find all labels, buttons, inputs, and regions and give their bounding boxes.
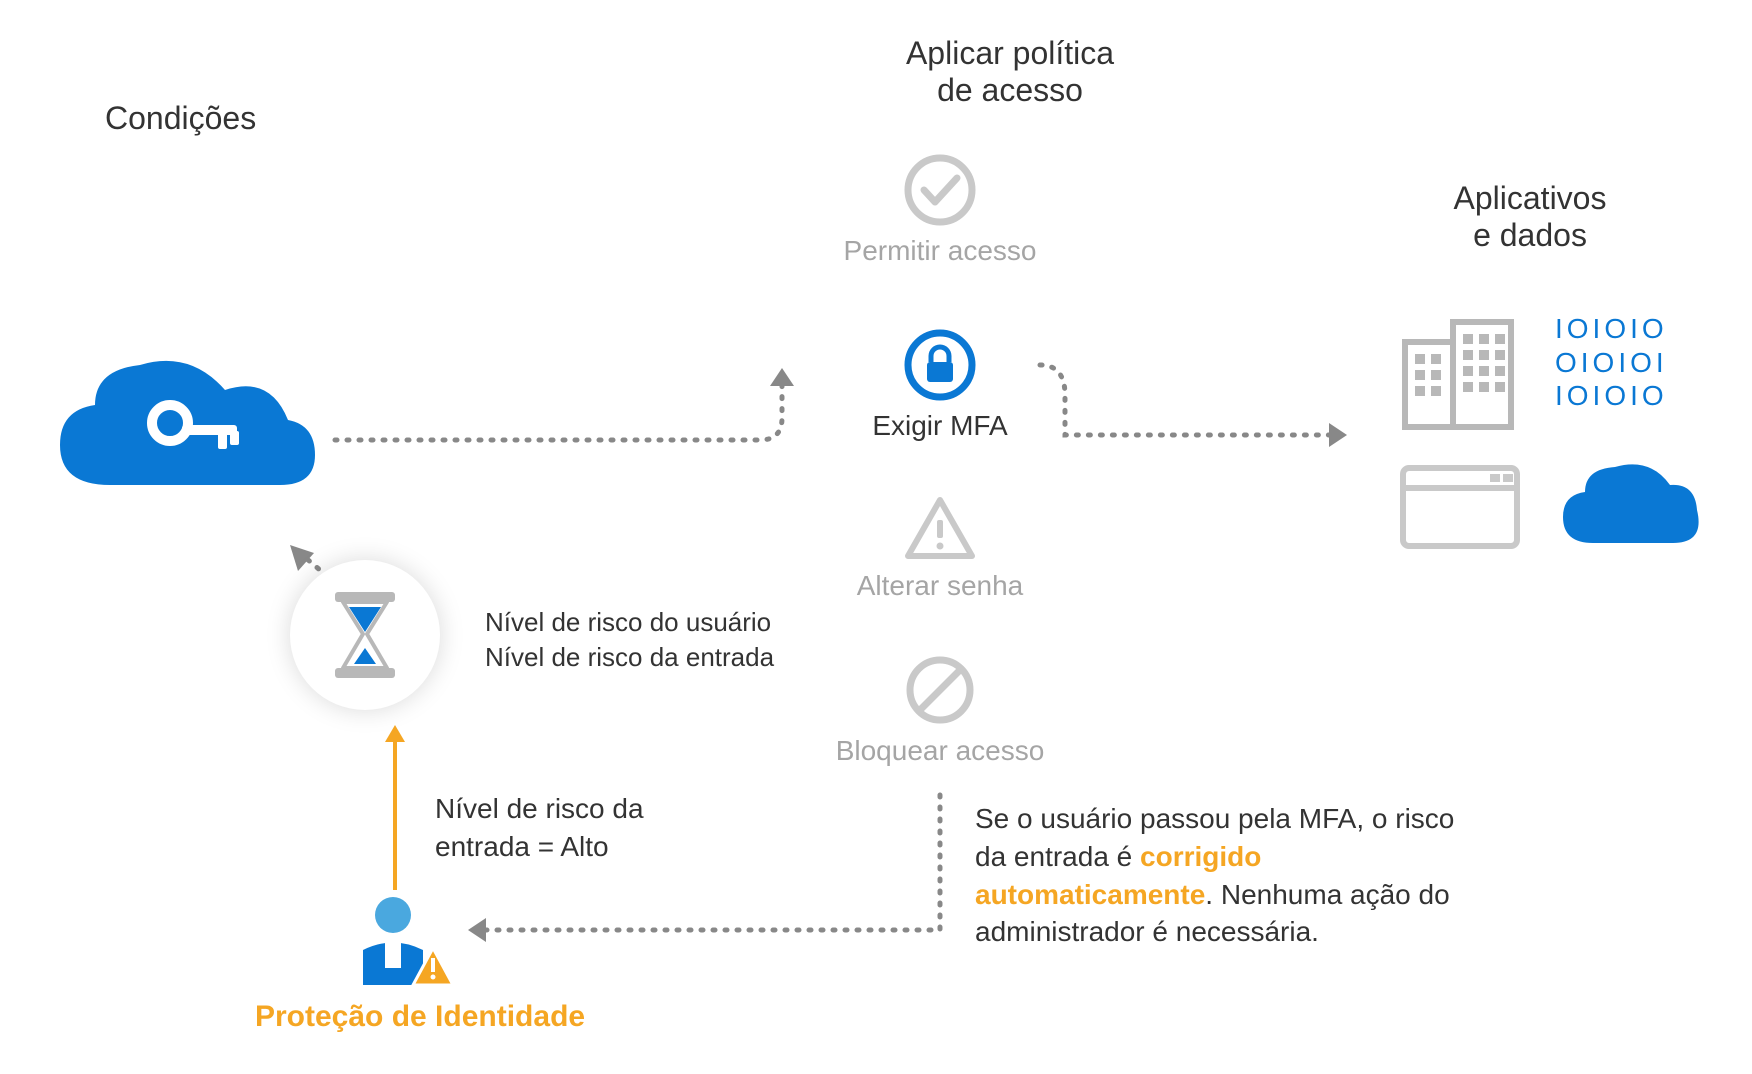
binary-line3: IOIOIO [1555,380,1668,411]
identity-protection-label: Proteção de Identidade [255,1000,585,1034]
block-circle-icon [900,650,980,730]
arrow-mfa-to-apps [1035,340,1375,460]
check-circle-icon [900,150,980,230]
binary-line1: IOIOIO [1555,313,1668,344]
binary-data-icon: IOIOIO OIOIOI IOIOIO [1555,312,1668,413]
policy-heading: Aplicar política de acesso [830,35,1190,109]
risk-levels-label: Nível de risco do usuário Nível de risco… [485,605,774,675]
require-mfa-label: Exigir MFA [830,410,1050,442]
apps-heading: Aplicativos e dados [1390,180,1670,254]
conditions-heading: Condições [105,100,256,137]
user-warning-icon [345,890,455,1000]
arrow-idp-up [380,720,410,900]
lock-circle-icon [900,325,980,405]
warning-triangle-icon [900,490,980,570]
policy-heading-line1: Aplicar política [906,35,1114,71]
cloud-key-icon [40,345,320,525]
remediation-explanation: Se o usuário passou pela MFA, o risco da… [975,800,1475,951]
buildings-icon [1395,310,1525,440]
apps-heading-line2: e dados [1473,217,1587,253]
allow-access-label: Permitir acesso [830,235,1050,267]
container-icon [1395,460,1525,560]
change-password-label: Alterar senha [830,570,1050,602]
hourglass-icon [330,590,400,680]
user-risk-label: Nível de risco do usuário [485,607,771,637]
signin-risk-label: Nível de risco da entrada [485,642,774,672]
arrow-cloud-to-policy [330,340,820,460]
arrow-policy-to-user [450,790,960,960]
binary-line2: OIOIOI [1555,347,1668,378]
cloud-small-icon [1555,455,1705,565]
block-access-label: Bloquear acesso [820,735,1060,767]
apps-heading-line1: Aplicativos [1454,180,1607,216]
policy-heading-line2: de acesso [937,72,1083,108]
